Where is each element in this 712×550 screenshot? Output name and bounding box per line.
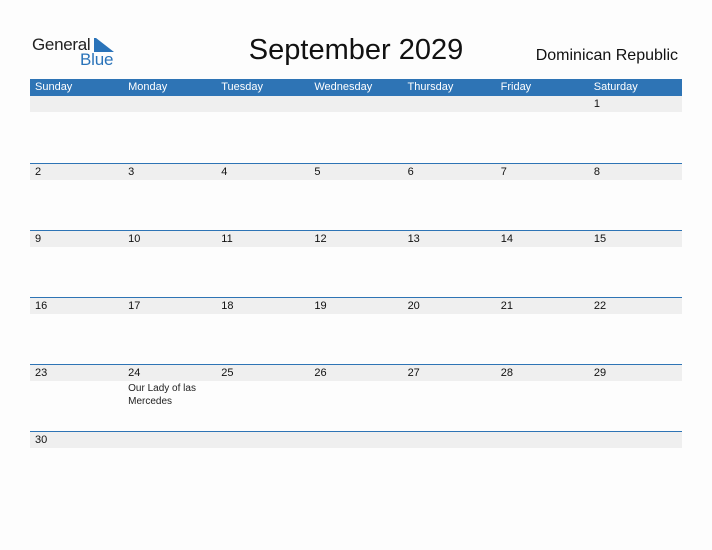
day-number: 18 [221,300,234,312]
day-number: 7 [500,166,507,178]
weekday-friday: Friday [500,81,532,93]
day-cell: 2 [30,164,123,230]
day-number: 21 [500,300,513,312]
day-cell: 1 [589,96,682,162]
day-cell [123,432,216,498]
day-cell: 17 [123,298,216,364]
day-cell [216,432,309,498]
day-number: 1 [593,98,600,110]
day-number: 17 [128,300,141,312]
weekday-thursday: Thursday [407,81,454,93]
weekday-tuesday: Tuesday [221,81,264,93]
day-cell: 9 [30,231,123,297]
day-cell: 27 [403,365,496,431]
day-number: 26 [314,367,327,379]
day-cell: 26 [309,365,402,431]
day-number: 22 [593,300,607,312]
weekday-wednesday: Wednesday [314,81,373,93]
day-number: 9 [35,233,42,245]
day-cell: 7 [496,164,589,230]
day-cell [309,96,402,162]
day-number: 16 [35,300,48,312]
day-cell: 19 [309,298,402,364]
day-number: 11 [221,233,233,245]
day-cell: 3 [123,164,216,230]
day-number: 28 [500,367,513,379]
weekday-sunday: Sunday [35,81,73,93]
day-number: 19 [314,300,327,312]
week-row: 30 [30,431,682,499]
day-cell [496,432,589,498]
country-label: Dominican Republic [535,47,678,64]
day-cell: 12 [309,231,402,297]
week-row: 9 10 11 12 13 14 15 [30,230,682,298]
weekday-monday: Monday [128,81,168,93]
day-cell: 6 [403,164,496,230]
day-number: 3 [128,166,135,178]
day-cell: 5 [309,164,402,230]
week-row: 16 17 18 19 20 21 22 [30,297,682,365]
day-cell [403,96,496,162]
day-number: 6 [407,166,414,178]
day-cell: 10 [123,231,216,297]
day-cell: 11 [216,231,309,297]
day-number: 23 [35,367,48,379]
day-cell [30,96,123,162]
day-number: 24 [128,367,141,379]
day-cell: 28 [496,365,589,431]
day-number: 20 [407,300,420,312]
day-number: 14 [500,233,513,245]
day-number: 12 [314,233,327,245]
day-number: 2 [35,166,42,178]
day-number: 10 [128,233,141,245]
day-cell: 4 [216,164,309,230]
day-cell: 15 [589,231,682,297]
week-row: 2 3 4 5 6 7 8 [30,163,682,231]
day-cell [403,432,496,498]
day-cell: 16 [30,298,123,364]
day-cell: 20 [403,298,496,364]
week-row: 1 [30,96,682,163]
day-cell [216,96,309,162]
day-number: 27 [407,367,420,379]
day-cell: 25 [216,365,309,431]
day-number: 5 [314,166,321,178]
day-cell [589,432,682,498]
day-cell: 8 [589,164,682,230]
day-cell [309,432,402,498]
day-number: 8 [593,166,600,178]
day-number: 29 [593,367,607,379]
day-number: 4 [221,166,228,178]
weekday-saturday: Saturday [593,81,638,93]
day-cell: 18 [216,298,309,364]
day-cell: 22 [589,298,682,364]
day-cell: 13 [403,231,496,297]
day-number: 13 [407,233,420,245]
day-number: 15 [593,233,607,245]
day-cell: 21 [496,298,589,364]
day-number: 30 [35,434,48,446]
day-cell: 23 [30,365,123,431]
week-row: 23 24 Our Lady of las Mercedes 25 26 27 28 29 [30,364,682,432]
day-number: 25 [221,367,234,379]
day-cell: 29 [589,365,682,431]
day-cell: 14 [496,231,589,297]
day-cell [496,96,589,162]
day-cell [123,96,216,162]
day-cell: 24 Our Lady of las Mercedes [123,365,216,431]
weekday-header: Sunday Monday Tuesday Wednesday Thursday… [30,79,682,96]
day-cell: 30 [30,432,123,498]
holiday-label: Our Lady of las Mercedes [128,383,196,407]
